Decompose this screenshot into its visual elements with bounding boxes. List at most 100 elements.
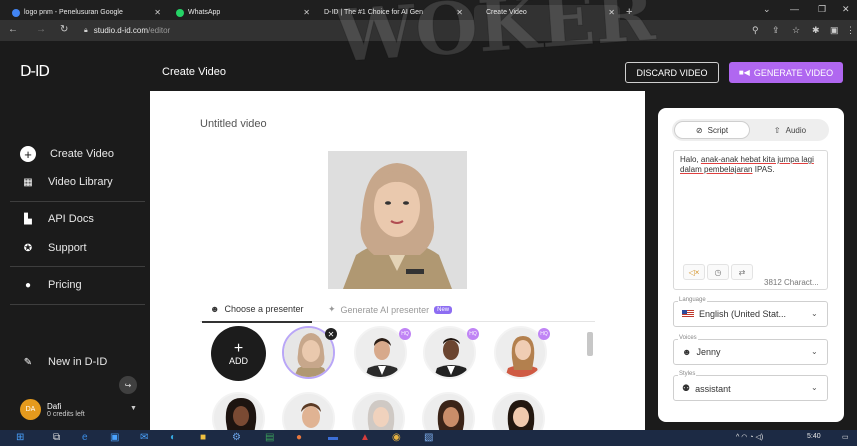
voice-preview-icon[interactable]: ◁× (683, 264, 705, 280)
script-tools: ◁× ◷ ⇄ (683, 264, 753, 280)
scrollbar-thumb[interactable] (587, 332, 593, 356)
megaphone-icon: ✎ (23, 356, 33, 368)
remove-presenter-icon[interactable]: ✕ (325, 328, 337, 340)
video-camera-icon: ■◀ (738, 68, 750, 77)
tab-generate-ai-presenter[interactable]: ✦ Generate AI presenter New (328, 304, 453, 315)
photos-icon[interactable]: ▧ (424, 432, 433, 444)
new-badge: New (434, 305, 453, 314)
minimize-icon[interactable]: — (790, 4, 799, 14)
caret-down-icon[interactable]: ▼ (130, 405, 137, 412)
acrobat-icon[interactable]: ▲ (360, 432, 370, 444)
notifications-icon[interactable]: ▭ (842, 433, 849, 441)
script-text: Halo, (680, 155, 701, 164)
script-icon: ⊘ (695, 125, 703, 135)
google-favicon-icon (12, 8, 20, 17)
app-icon[interactable]: ▬ (328, 432, 338, 444)
did-logo[interactable]: D-ID (20, 62, 50, 80)
user-credits: 0 credits left (47, 410, 85, 418)
sidebar-item-new-in-did[interactable]: ✎ New in D-ID (22, 356, 108, 368)
tab-title: logo pnm - Penelusuran Google (24, 9, 123, 16)
back-icon[interactable]: ← (8, 24, 18, 35)
extensions-icon[interactable]: ✱ (812, 25, 820, 36)
selected-presenter-preview (328, 151, 467, 289)
share-icon[interactable]: ↪ (119, 376, 137, 394)
person-icon: ☻ (682, 347, 692, 357)
url-text: studio.d-id.com/editor (94, 26, 170, 35)
sidebar-item-label: Create Video (50, 148, 115, 160)
chrome-icon[interactable]: ◉ (392, 432, 401, 444)
tab-choose-presenter[interactable]: ☻ Choose a presenter (202, 304, 312, 323)
sidebar-item-create-video[interactable]: + Create Video (20, 146, 115, 162)
us-flag-icon (682, 310, 694, 318)
language-value: English (United Stat... (682, 309, 786, 319)
translate-icon[interactable]: ⇄ (731, 264, 753, 280)
windows-start-icon[interactable]: ⊞ (16, 432, 24, 444)
voices-label: Voices (678, 335, 698, 341)
sidebar-item-api-docs[interactable]: ▙ API Docs (22, 213, 94, 225)
sidepanel-icon[interactable]: ▣ (830, 25, 839, 36)
script-text: IPAS. (752, 165, 775, 174)
zoom-icon[interactable]: ⚲ (752, 25, 759, 36)
store-icon[interactable]: ▣ (110, 432, 119, 444)
close-tab-icon[interactable]: ✕ (608, 8, 615, 17)
profile-icon[interactable]: ⋮ (846, 25, 855, 36)
close-tab-icon[interactable]: ✕ (303, 8, 310, 17)
grid-icon: ▦ (23, 176, 33, 188)
browser-icon[interactable]: ◐ (170, 432, 176, 444)
generate-video-button[interactable]: ■◀ GENERATE VIDEO (729, 62, 843, 83)
tab-google[interactable]: logo pnm - Penelusuran Google ✕ (6, 5, 166, 20)
sidebar-item-video-library[interactable]: ▦ Video Library (22, 176, 113, 188)
chevron-down-icon[interactable]: ⌄ (811, 347, 818, 356)
lock-icon: 🔒︎ (84, 26, 88, 34)
folder-icon[interactable]: ■ (200, 432, 206, 444)
tab-audio[interactable]: ⇧ Audio (752, 121, 828, 139)
style-icon: ⚉ (682, 383, 691, 393)
discard-video-button[interactable]: DISCARD VIDEO (625, 62, 719, 83)
forward-icon[interactable]: → (36, 24, 46, 35)
user-info: Dafi 0 credits left (47, 402, 85, 418)
tab-label: Generate AI presenter (340, 304, 430, 315)
tab-script[interactable]: ⊘ Script (674, 121, 750, 139)
task-view-icon[interactable]: ⧉ (53, 432, 60, 444)
mail-icon[interactable]: ✉ (140, 432, 148, 444)
tab-whatsapp[interactable]: WhatsApp ✕ (170, 5, 315, 20)
user-menu[interactable]: DA Dafi 0 credits left (20, 399, 85, 420)
close-tab-icon[interactable]: ✕ (456, 8, 463, 17)
url-field[interactable]: 🔒︎ studio.d-id.com/editor (80, 23, 760, 38)
tab-label: Script (707, 125, 729, 135)
add-presenter-button[interactable]: + ADD (211, 326, 266, 381)
sidebar-item-label: New in D-ID (48, 356, 108, 368)
reload-icon[interactable]: ↻ (60, 24, 68, 35)
sidebar-item-support[interactable]: ✪ Support (22, 242, 87, 254)
maximize-icon[interactable]: ❐ (818, 4, 826, 15)
hq-badge: HQ (467, 328, 479, 340)
firefox-icon[interactable]: ● (296, 432, 302, 444)
close-tab-icon[interactable]: ✕ (154, 8, 161, 17)
video-title-input[interactable]: Untitled video (200, 118, 267, 130)
tray-icons[interactable]: ^ ◠ ◔ ◁) (736, 433, 763, 441)
bookmark-star-icon[interactable]: ☆ (792, 25, 800, 36)
user-name: Dafi (47, 401, 62, 411)
sidebar-item-label: Pricing (48, 279, 82, 291)
support-icon: ✪ (23, 242, 33, 254)
settings-icon[interactable]: ⚙ (232, 432, 241, 444)
tab-did[interactable]: D-ID | The #1 Choice for AI Gen ✕ (318, 5, 468, 20)
sidebar-item-label: Support (48, 242, 87, 254)
pause-timer-icon[interactable]: ◷ (707, 264, 729, 280)
share-icon[interactable]: ⇪ (772, 25, 780, 36)
tab-search-icon[interactable]: ⌄ (763, 4, 771, 15)
close-window-icon[interactable]: ✕ (842, 4, 850, 15)
chevron-down-icon[interactable]: ⌄ (811, 309, 818, 318)
excel-icon[interactable]: ▤ (265, 432, 274, 444)
edge-icon[interactable]: e (82, 432, 88, 444)
chevron-down-icon[interactable]: ⌄ (811, 383, 818, 392)
clock[interactable]: 5:40 (807, 433, 821, 440)
tab-create-video[interactable]: Create Video ✕ (474, 5, 620, 20)
hq-badge: HQ (538, 328, 550, 340)
new-tab-icon[interactable]: + (626, 6, 632, 18)
sidebar-divider (10, 201, 145, 202)
sparkle-icon: ✦ (328, 304, 336, 314)
sidebar-item-pricing[interactable]: ● Pricing (22, 279, 82, 291)
sidebar-item-label: Video Library (48, 176, 113, 188)
sidebar-item-label: API Docs (48, 213, 94, 225)
